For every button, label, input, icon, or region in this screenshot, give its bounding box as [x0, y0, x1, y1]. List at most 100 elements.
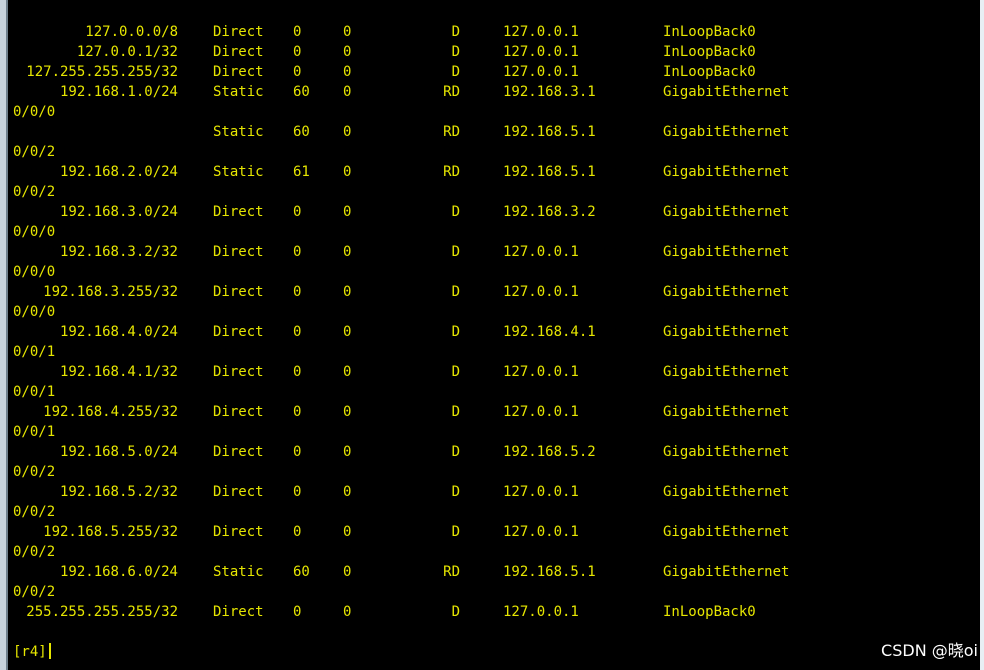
route-protocol: Direct [213, 44, 264, 60]
route-nexthop: 127.0.0.1 [503, 24, 579, 40]
route-nexthop: 192.168.5.1 [503, 124, 596, 140]
route-nexthop: 127.0.0.1 [503, 524, 579, 540]
route-interface: InLoopBack0 [663, 64, 756, 80]
route-protocol: Static [213, 124, 264, 140]
route-protocol: Direct [213, 284, 264, 300]
route-cost: 0 [343, 24, 352, 40]
route-interface-continuation: 0/0/2 [13, 544, 56, 560]
route-interface: InLoopBack0 [663, 24, 756, 40]
route-preference: 0 [293, 404, 302, 420]
route-nexthop: 127.0.0.1 [503, 604, 579, 620]
route-row-wrap: 0/0/1 [0, 342, 970, 362]
route-interface-continuation: 0/0/0 [13, 224, 56, 240]
route-cost: 0 [343, 564, 352, 580]
route-interface: GigabitEthernet [663, 324, 790, 340]
route-interface: GigabitEthernet [663, 164, 790, 180]
route-nexthop: 127.0.0.1 [503, 484, 579, 500]
route-row: 127.0.0.1/32 Direct 0 0 D 127.0.0.1 InLoopBack… [0, 42, 970, 62]
route-preference: 60 [293, 564, 310, 580]
route-row: 127.255.255.255/32 Direct 0 0 D 127.0.0.1 InLo… [0, 62, 970, 82]
route-interface-continuation: 0/0/1 [13, 344, 56, 360]
route-cost: 0 [343, 244, 352, 260]
route-protocol: Direct [213, 484, 264, 500]
route-row-wrap: 0/0/0 [0, 302, 970, 322]
prompt-text: [r4] [13, 644, 47, 660]
watermark: CSDN @晓oi [881, 640, 978, 662]
route-nexthop: 127.0.0.1 [503, 44, 579, 60]
route-flags: RD [443, 564, 460, 580]
route-row-wrap: 0/0/1 [0, 382, 970, 402]
route-preference: 0 [293, 244, 302, 260]
route-preference: 0 [293, 524, 302, 540]
route-cost: 0 [343, 124, 352, 140]
route-preference: 0 [293, 64, 302, 80]
route-flags: D [451, 404, 460, 420]
route-preference: 0 [293, 604, 302, 620]
route-interface: InLoopBack0 [663, 44, 756, 60]
route-interface: GigabitEthernet [663, 444, 790, 460]
routing-table-output: 127.0.0.0/8 Direct 0 0 D 127.0.0.1 InLoopBack0… [0, 22, 970, 622]
route-interface-continuation: 0/0/1 [13, 424, 56, 440]
route-preference: 0 [293, 444, 302, 460]
route-destination: 192.168.5.2/32 [59, 484, 178, 500]
route-destination: 192.168.1.0/24 [59, 84, 178, 100]
route-row: 192.168.6.0/24 Static 60 0 RD 192.168.5.1 Giga… [0, 562, 970, 582]
route-destination: 192.168.3.2/32 [59, 244, 178, 260]
terminal-window: 127.0.0.0/8 Direct 0 0 D 127.0.0.1 InLoopBack0… [0, 0, 984, 670]
route-flags: D [451, 444, 460, 460]
route-protocol: Direct [213, 524, 264, 540]
route-interface-continuation: 0/0/0 [13, 104, 56, 120]
route-row-wrap: 0/0/2 [0, 582, 970, 602]
route-interface: GigabitEthernet [663, 524, 790, 540]
route-preference: 0 [293, 364, 302, 380]
route-destination: 127.0.0.0/8 [85, 24, 178, 40]
route-row: 192.168.5.2/32 Direct 0 0 D 127.0.0.1 GigabitE… [0, 482, 970, 502]
route-flags: RD [443, 84, 460, 100]
route-cost: 0 [343, 444, 352, 460]
route-protocol: Direct [213, 364, 264, 380]
route-destination: 192.168.4.1/32 [59, 364, 178, 380]
route-destination: 192.168.3.0/24 [59, 204, 178, 220]
route-protocol: Direct [213, 64, 264, 80]
route-flags: D [451, 44, 460, 60]
route-row-wrap: 0/0/0 [0, 102, 970, 122]
route-destination: 192.168.6.0/24 [59, 564, 178, 580]
route-nexthop: 192.168.5.1 [503, 564, 596, 580]
route-flags: D [451, 244, 460, 260]
route-row: 255.255.255.255/32 Direct 0 0 D 127.0.0.1 InLo… [0, 602, 970, 622]
route-protocol: Static [213, 564, 264, 580]
route-row: 192.168.4.255/32 Direct 0 0 D 127.0.0.1 Gigabi… [0, 402, 970, 422]
route-cost: 0 [343, 484, 352, 500]
route-nexthop: 192.168.3.2 [503, 204, 596, 220]
route-row-wrap: 0/0/2 [0, 542, 970, 562]
route-destination: 192.168.5.0/24 [59, 444, 178, 460]
route-cost: 0 [343, 604, 352, 620]
route-preference: 0 [293, 324, 302, 340]
route-cost: 0 [343, 404, 352, 420]
route-row: 127.0.0.0/8 Direct 0 0 D 127.0.0.1 InLoopBack0 [0, 22, 970, 42]
route-interface: GigabitEthernet [663, 204, 790, 220]
route-protocol: Static [213, 164, 264, 180]
route-row: 192.168.4.1/32 Direct 0 0 D 127.0.0.1 GigabitE… [0, 362, 970, 382]
route-interface: GigabitEthernet [663, 564, 790, 580]
route-flags: D [451, 324, 460, 340]
route-cost: 0 [343, 64, 352, 80]
route-row: 192.168.3.2/32 Direct 0 0 D 127.0.0.1 GigabitE… [0, 242, 970, 262]
route-row-wrap: 0/0/2 [0, 182, 970, 202]
route-interface-continuation: 0/0/2 [13, 504, 56, 520]
route-interface-continuation: 0/0/2 [13, 464, 56, 480]
route-protocol: Direct [213, 404, 264, 420]
command-prompt[interactable]: [r4] [13, 642, 51, 662]
route-flags: D [451, 364, 460, 380]
route-interface: GigabitEthernet [663, 404, 790, 420]
route-row-wrap: 0/0/2 [0, 462, 970, 482]
route-row-wrap: 0/0/2 [0, 142, 970, 162]
route-cost: 0 [343, 524, 352, 540]
text-cursor [48, 643, 51, 659]
route-protocol: Direct [213, 604, 264, 620]
route-protocol: Direct [213, 24, 264, 40]
route-interface: GigabitEthernet [663, 484, 790, 500]
route-destination: 192.168.4.255/32 [43, 404, 178, 420]
route-row-wrap: 0/0/0 [0, 222, 970, 242]
route-destination: 255.255.255.255/32 [26, 604, 178, 620]
